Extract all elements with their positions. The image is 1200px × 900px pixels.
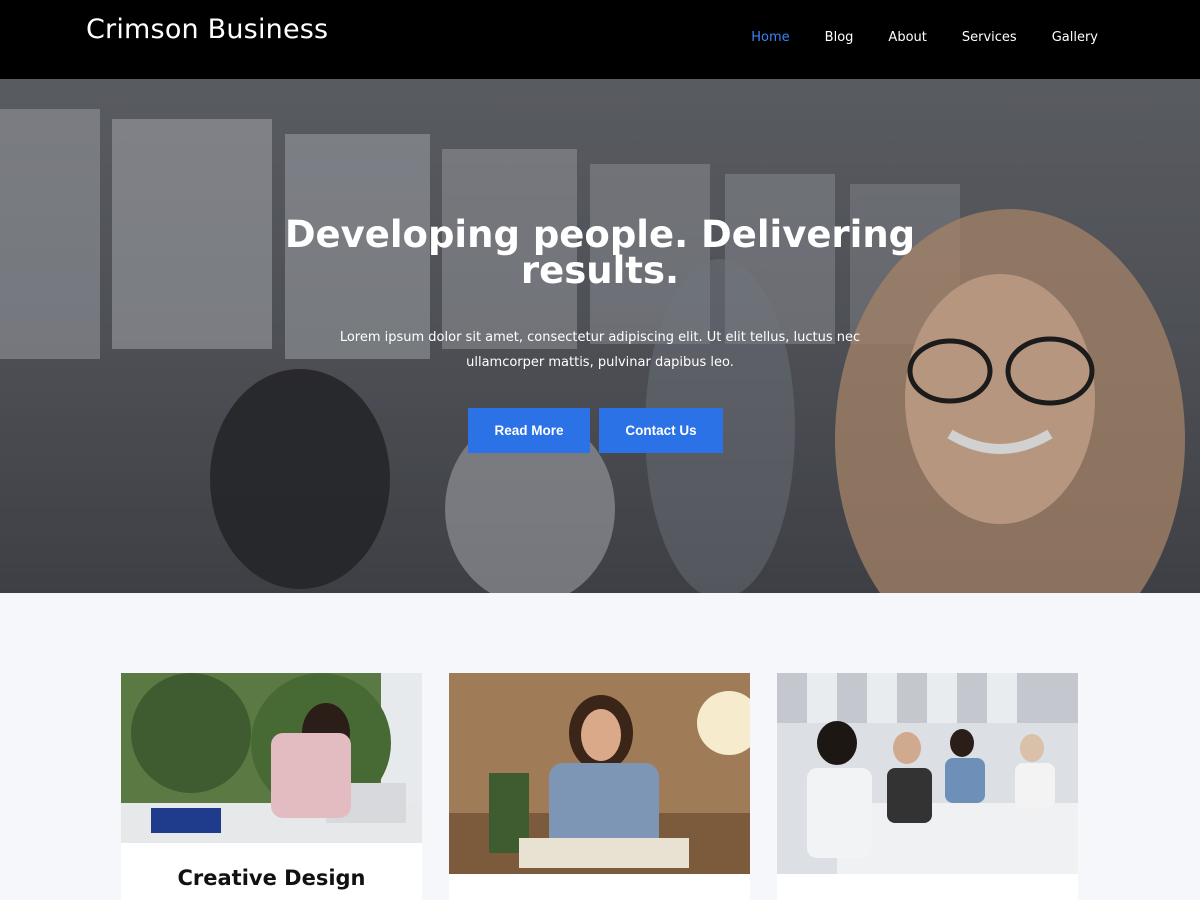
nav-item-blog[interactable]: Blog xyxy=(825,30,854,45)
hero-description: Lorem ipsum dolor sit amet, consectetur … xyxy=(339,330,861,370)
team-meeting-image xyxy=(777,673,1078,874)
hero-title: Developing people. Delivering results. xyxy=(284,213,916,292)
card-title: Creative Design xyxy=(177,866,366,890)
nav-item-gallery[interactable]: Gallery xyxy=(1052,30,1098,45)
contact-us-button[interactable]: Contact Us xyxy=(599,408,723,453)
nav-item-home[interactable]: Home xyxy=(751,30,789,45)
hero-buttons: Read More Contact Us xyxy=(468,408,723,453)
hero-section: Developing people. Delivering results. L… xyxy=(0,79,1200,593)
nav-item-services[interactable]: Services xyxy=(962,30,1017,45)
main-nav: Home Blog About Services Gallery xyxy=(751,30,1098,45)
service-card-3[interactable] xyxy=(777,673,1078,900)
nav-item-about[interactable]: About xyxy=(888,30,926,45)
site-title[interactable]: Crimson Business xyxy=(86,14,328,45)
read-more-button[interactable]: Read More xyxy=(468,408,590,453)
site-header: Crimson Business Home Blog About Service… xyxy=(0,0,1200,79)
office-woman-image xyxy=(449,673,750,874)
service-card-2[interactable] xyxy=(449,673,750,900)
creative-design-image xyxy=(121,673,422,843)
service-card-1[interactable]: Creative Design xyxy=(121,673,422,900)
